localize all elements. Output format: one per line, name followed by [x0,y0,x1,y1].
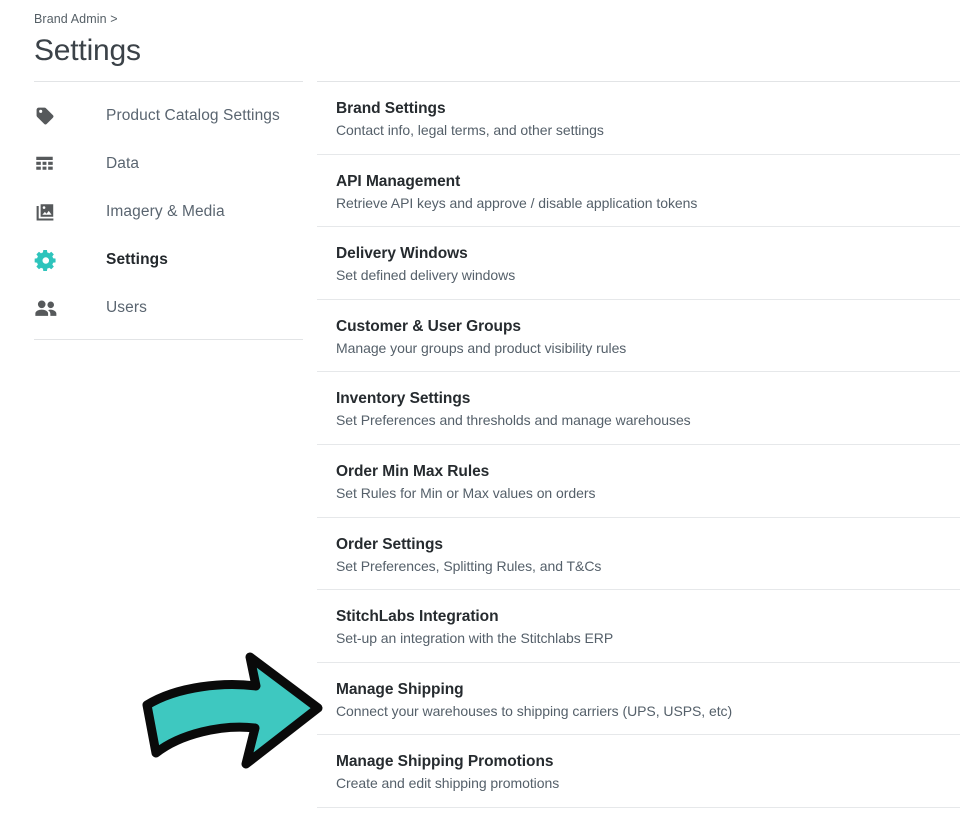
sidebar-top-divider [34,81,303,82]
settings-row-manage-shipping-promotions[interactable]: Manage Shipping Promotions Create and edi… [317,735,960,808]
settings-row-brand-settings[interactable]: Brand Settings Contact info, legal terms,… [317,82,960,155]
sidebar-nav: Product Catalog Settings Data Imagery & Me… [34,92,303,332]
settings-row-description: Set Preferences and thresholds and manag… [336,412,691,429]
settings-row-manage-shipping[interactable]: Manage Shipping Connect your warehouses t… [317,663,960,736]
settings-row-title: Manage Shipping Promotions [336,753,554,771]
users-icon [34,298,72,318]
settings-row-customer-user-groups[interactable]: Customer & User Groups Manage your groups… [317,300,960,373]
sidebar-item-label: Settings [106,251,168,268]
sidebar-bottom-divider [34,339,303,340]
breadcrumb[interactable]: Brand Admin > [34,11,634,27]
sidebar-item-label: Data [106,155,140,172]
settings-row-description: Set-up an integration with the Stitchlab… [336,630,614,647]
settings-row-title: Manage Shipping [336,680,464,698]
table-grid-icon [34,154,72,175]
settings-row-description: Create and edit shipping promotions [336,775,560,792]
settings-row-inventory-settings[interactable]: Inventory Settings Set Preferences and th… [317,372,960,445]
settings-row-order-min-max-rules[interactable]: Order Min Max Rules Set Rules for Min or … [317,445,960,518]
settings-row-title: API Management [336,172,461,190]
settings-row-title: StitchLabs Integration [336,608,499,626]
settings-row-title: Delivery Windows [336,245,468,263]
sidebar-item-settings[interactable]: Settings [34,236,303,284]
settings-row-description: Retrieve API keys and approve / disable … [336,194,698,211]
gear-icon [34,249,72,272]
arrow-annotation-icon [138,648,326,772]
settings-row-description: Contact info, legal terms, and other set… [336,122,604,138]
settings-row-stitchlabs-integration[interactable]: StitchLabs Integration Set-up an integrat… [317,590,960,663]
page-title: Settings [34,34,141,67]
sidebar-item-product-catalog-settings[interactable]: Product Catalog Settings [34,92,303,140]
settings-row-description: Manage your groups and product visibilit… [336,339,627,356]
sidebar-item-label: Imagery & Media [106,203,225,220]
settings-list: Brand Settings Contact info, legal terms,… [317,82,960,808]
page-header: Brand Admin > Settings [34,11,634,69]
tag-icon [34,105,72,127]
settings-row-description: Set Preferences, Splitting Rules, and T&… [336,557,602,574]
settings-row-description: Connect your warehouses to shipping carr… [336,702,733,719]
settings-row-delivery-windows[interactable]: Delivery Windows Set defined delivery win… [317,227,960,300]
settings-row-title: Brand Settings [336,100,446,117]
image-icon [34,202,72,223]
settings-row-description: Set Rules for Min or Max values on order… [336,484,596,501]
settings-row-description: Set defined delivery windows [336,267,516,284]
settings-row-title: Inventory Settings [336,390,471,408]
settings-row-title: Customer & User Groups [336,317,521,335]
settings-row-title: Order Min Max Rules [336,462,490,480]
sidebar-item-imagery-media[interactable]: Imagery & Media [34,188,303,236]
settings-row-api-management[interactable]: API Management Retrieve API keys and appr… [317,155,960,228]
settings-row-order-settings[interactable]: Order Settings Set Preferences, Splitting… [317,518,960,591]
sidebar-item-users[interactable]: Users [34,284,303,332]
sidebar-item-label: Product Catalog Settings [106,107,280,124]
settings-page: Brand Admin > Settings Product Catalog S… [0,0,960,829]
sidebar-item-label: Users [106,299,147,316]
sidebar-item-data[interactable]: Data [34,140,303,188]
settings-row-title: Order Settings [336,535,443,553]
